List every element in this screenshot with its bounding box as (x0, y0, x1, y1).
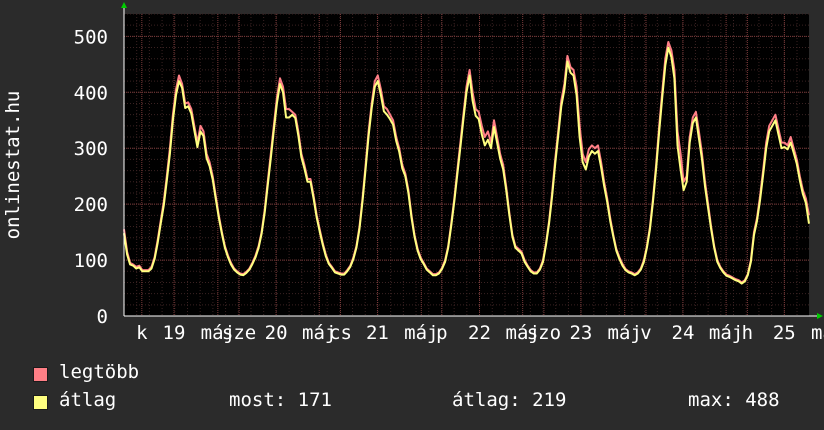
y-axis-arrow (121, 2, 127, 8)
stat-max: max: 488 (688, 389, 780, 411)
y-tick-label: 500 (74, 26, 108, 48)
x-tick-label: sze (222, 322, 256, 344)
x-tick-label: h (742, 322, 753, 344)
y-tick-label: 200 (74, 194, 108, 216)
x-tick-label: 23 (569, 322, 592, 344)
y-tick-label: 0 (97, 306, 108, 328)
y-axis-label: onlinestat.hu (2, 91, 24, 240)
legend-label-max: legtöbb (59, 361, 140, 383)
x-axis-arrow (817, 313, 823, 319)
x-tick-label: 21 (366, 322, 389, 344)
x-tick-label: p (436, 322, 447, 344)
x-tick-label: máj (404, 322, 438, 344)
x-tick-label: 19 (163, 322, 186, 344)
x-tick-label: cs (329, 322, 352, 344)
legend-label-avg: átlag (59, 389, 117, 411)
x-tick-label: 22 (468, 322, 491, 344)
x-tick-label: 20 (265, 322, 288, 344)
x-tick-label: v (640, 322, 651, 344)
stat-average: átlag: 219 (452, 389, 567, 411)
x-tick-label: 24 (672, 322, 695, 344)
legend-swatch-max (33, 367, 48, 382)
y-tick-label: 300 (74, 138, 108, 160)
legend-swatch-avg (33, 395, 48, 410)
x-tick-label: 25 (773, 322, 796, 344)
x-tick-label: máj (608, 322, 642, 344)
y-ticks: 0 100 200 300 400 500 (74, 26, 108, 328)
x-tick-label: szo (527, 322, 561, 344)
x-tick-label: máj (709, 322, 743, 344)
y-tick-label: 400 (74, 82, 108, 104)
x-ticks: k 19 májsze 20 májcs 21 májp 22 májszo 23 májv 24 má… (136, 322, 824, 344)
x-tick-label: máj (811, 322, 824, 344)
y-tick-label: 100 (74, 250, 108, 272)
stat-current: most: 171 (229, 389, 332, 411)
x-tick-label: k (136, 322, 148, 344)
